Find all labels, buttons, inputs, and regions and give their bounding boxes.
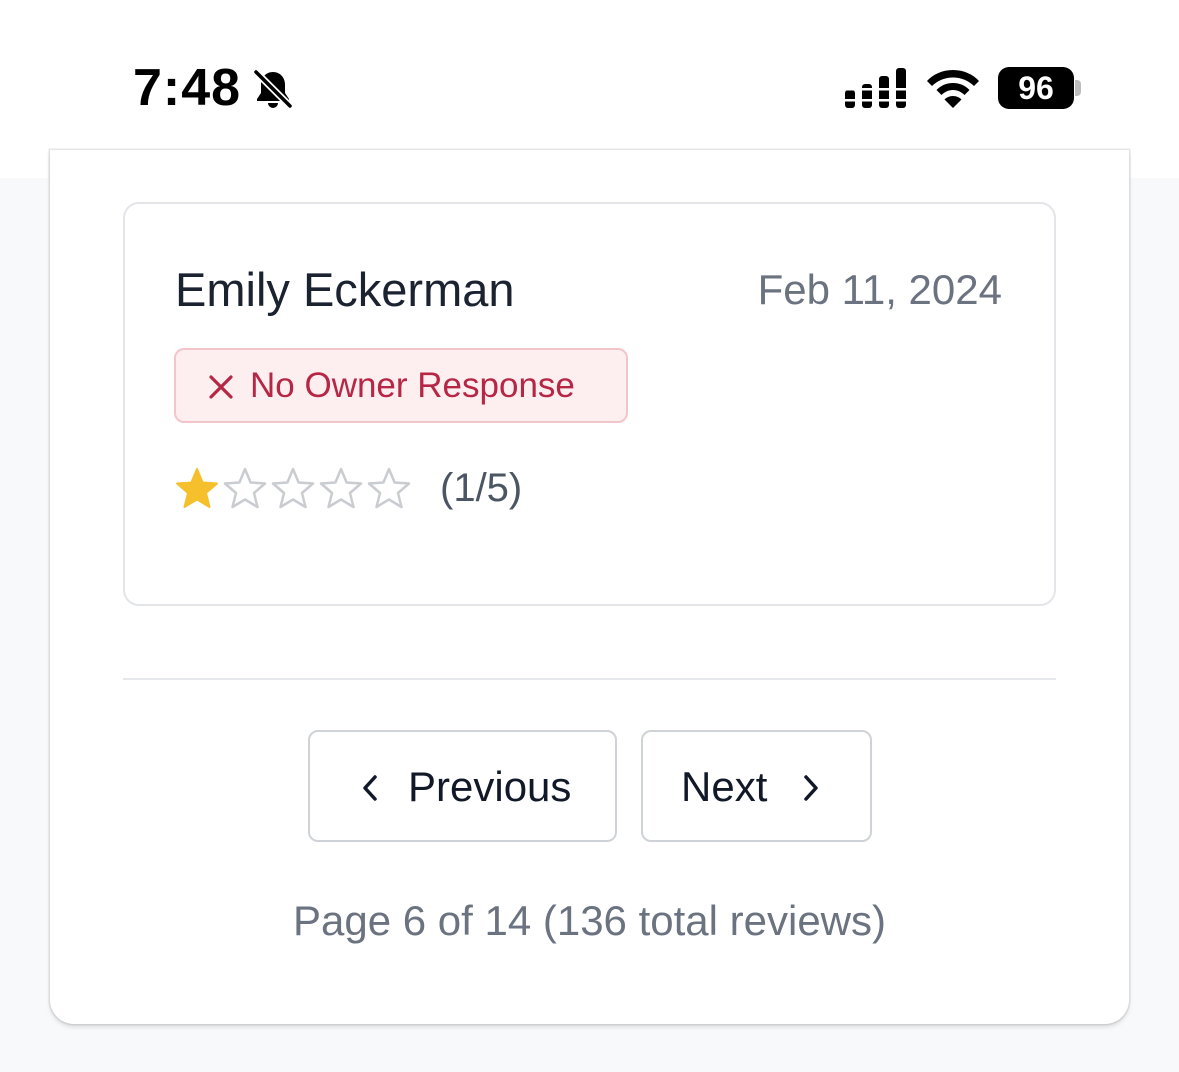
rating-label: (1/5) xyxy=(440,466,523,510)
battery-nub xyxy=(1075,80,1081,96)
wifi-icon xyxy=(927,70,979,108)
star-filled-icon xyxy=(176,468,218,508)
previous-button[interactable]: Previous xyxy=(308,730,617,842)
previous-button-label: Previous xyxy=(408,763,572,810)
star-empty-icon xyxy=(319,467,363,509)
no-owner-response-badge: No Owner Response xyxy=(174,348,628,423)
battery-icon: 96 xyxy=(998,67,1082,109)
star-rating xyxy=(174,466,412,512)
star-empty-icon xyxy=(367,467,411,509)
cellular-signal-icon xyxy=(845,68,907,108)
divider xyxy=(123,678,1056,680)
next-button[interactable]: Next xyxy=(641,730,872,842)
status-time: 7:48 xyxy=(133,59,242,117)
battery-level: 96 xyxy=(998,67,1074,109)
chevron-right-icon xyxy=(804,775,818,801)
chevron-left-icon xyxy=(363,775,377,801)
review-date: Feb 11, 2024 xyxy=(757,266,1002,313)
page-info: Page 6 of 14 (136 total reviews) xyxy=(292,897,886,944)
bell-slash-icon xyxy=(252,68,294,110)
next-button-label: Next xyxy=(681,763,768,810)
reviewer-name: Emily Eckerman xyxy=(175,263,515,316)
star-empty-icon xyxy=(223,467,267,509)
x-icon xyxy=(209,375,233,399)
badge-label: No Owner Response xyxy=(250,366,575,405)
star-empty-icon xyxy=(271,467,315,509)
